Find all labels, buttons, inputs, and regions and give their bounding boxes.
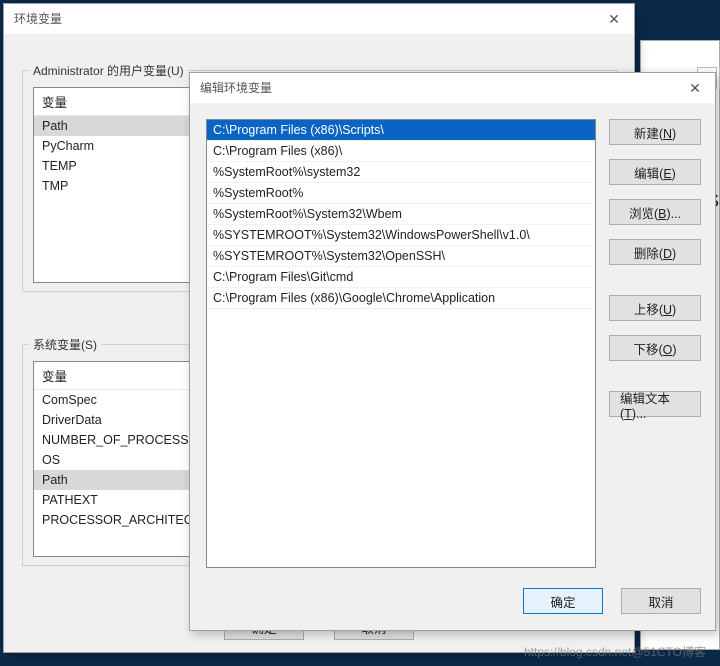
browse-button[interactable]: 浏览(B)...: [609, 199, 701, 225]
move-down-button[interactable]: 下移(O): [609, 335, 701, 361]
side-button-column: 新建(N) 编辑(E) 浏览(B)... 删除(D) 上移(U) 下移(O) 编…: [609, 119, 701, 417]
edit-environment-variable-window: 编辑环境变量 ✕ C:\Program Files (x86)\Scripts\…: [189, 72, 716, 631]
path-entry-row[interactable]: C:\Program Files (x86)\Scripts\: [207, 120, 595, 141]
path-entry-row[interactable]: %SYSTEMROOT%\System32\OpenSSH\: [207, 246, 595, 267]
new-button-label: 新建(N): [634, 123, 676, 142]
path-entry-row[interactable]: C:\Program Files\Git\cmd: [207, 267, 595, 288]
edit-window-title: 编辑环境变量: [200, 73, 272, 103]
delete-button[interactable]: 删除(D): [609, 239, 701, 265]
new-button[interactable]: 新建(N): [609, 119, 701, 145]
move-up-button-label: 上移(U): [634, 299, 676, 318]
move-down-button-label: 下移(O): [633, 339, 676, 358]
browse-button-label: 浏览(B)...: [629, 203, 681, 222]
edit-titlebar: 编辑环境变量 ✕: [190, 73, 715, 103]
path-entry-row[interactable]: %SystemRoot%: [207, 183, 595, 204]
path-entry-row[interactable]: %SYSTEMROOT%\System32\WindowsPowerShell\…: [207, 225, 595, 246]
edit-cancel-button[interactable]: 取消: [621, 588, 701, 614]
path-entry-row[interactable]: C:\Program Files (x86)\: [207, 141, 595, 162]
env-titlebar: 环境变量 ✕: [4, 4, 634, 34]
edit-button-label: 编辑(E): [634, 163, 676, 182]
edit-text-button[interactable]: 编辑文本(T)...: [609, 391, 701, 417]
edit-text-button-label: 编辑文本(T)...: [620, 388, 690, 421]
path-entry-row[interactable]: C:\Program Files (x86)\Google\Chrome\App…: [207, 288, 595, 309]
close-icon[interactable]: ✕: [675, 73, 715, 103]
path-entry-row[interactable]: %SystemRoot%\system32: [207, 162, 595, 183]
edit-button[interactable]: 编辑(E): [609, 159, 701, 185]
edit-window-button-row: 确定 取消: [523, 588, 701, 614]
path-entry-row[interactable]: %SystemRoot%\System32\Wbem: [207, 204, 595, 225]
delete-button-label: 删除(D): [634, 243, 676, 262]
path-entries-list[interactable]: C:\Program Files (x86)\Scripts\C:\Progra…: [206, 119, 596, 568]
edit-ok-button[interactable]: 确定: [523, 588, 603, 614]
user-variables-legend: Administrator 的用户变量(U): [29, 62, 188, 79]
close-icon[interactable]: ✕: [594, 4, 634, 34]
system-variables-legend: 系统变量(S): [29, 336, 101, 353]
env-window-title: 环境变量: [14, 4, 62, 34]
move-up-button[interactable]: 上移(U): [609, 295, 701, 321]
